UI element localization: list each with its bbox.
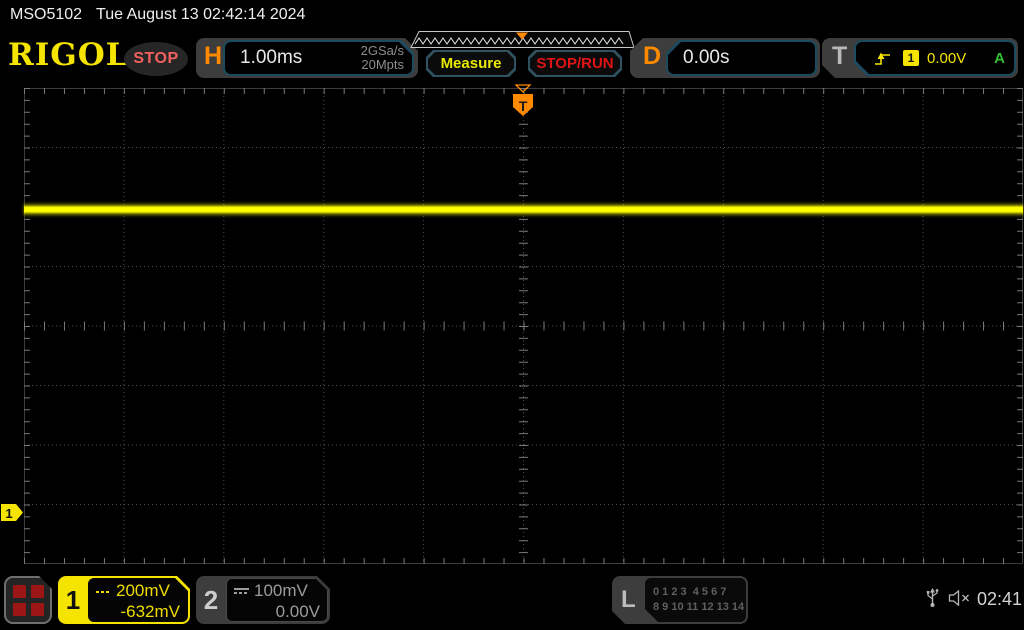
ch1-waveform-trace xyxy=(24,204,1023,215)
memory-depth: 20Mpts xyxy=(361,57,404,72)
ch2-badge[interactable]: 2 100mV 0.00V xyxy=(196,576,330,624)
run-state-badge: STOP xyxy=(124,42,188,76)
waveform-preview-strip[interactable] xyxy=(407,31,635,49)
horizontal-pod[interactable]: H 1.00ms 2GSa/s 20Mpts xyxy=(196,38,418,78)
ch2-number: 2 xyxy=(203,584,219,615)
trigger-label: T xyxy=(832,42,848,70)
ch1-offset: -632mV xyxy=(120,602,180,621)
trigger-level-value: 0.00V xyxy=(927,49,967,67)
ch1-dc-coupling-icon xyxy=(96,589,111,593)
header-bar: MSO5102 Tue August 13 02:42:14 2024 xyxy=(10,6,305,24)
trigger-pod[interactable]: T 1 0.00V A xyxy=(822,38,1018,78)
clock: 02:41 xyxy=(977,589,1023,609)
logic-channels-row2: 8 9 10 11 12 13 14 15 xyxy=(653,601,760,613)
timebase-box[interactable]: 1.00ms 2GSa/s 20Mpts xyxy=(223,40,414,76)
logic-channels-row1: 0 1 2 3 4 5 6 7 xyxy=(653,586,727,598)
delay-label: D xyxy=(643,42,662,70)
delay-pod[interactable]: D 0.00s xyxy=(630,38,820,78)
ch1-scale: 200mV xyxy=(116,581,170,600)
ch2-offset: 0.00V xyxy=(275,602,320,621)
usb-icon xyxy=(926,588,939,607)
delay-value: 0.00s xyxy=(683,47,730,68)
trigger-source-badge: 1 xyxy=(903,50,919,66)
speaker-muted-icon xyxy=(948,590,969,606)
ch1-offset-marker-label: 1 xyxy=(5,506,12,521)
trigger-marker[interactable]: T xyxy=(512,84,534,118)
trigger-sweep-mode: A xyxy=(994,49,1005,67)
graticule xyxy=(24,88,1023,564)
grid-menu-icon xyxy=(13,585,44,616)
ch2-dc-coupling-icon xyxy=(234,588,249,594)
trigger-box[interactable]: 1 0.00V A xyxy=(854,40,1016,76)
trigger-rising-edge-icon xyxy=(874,50,891,67)
delay-box[interactable]: 0.00s xyxy=(666,40,817,76)
ch1-badge[interactable]: 1 200mV -632mV xyxy=(58,576,190,624)
trigger-marker-letter: T xyxy=(519,98,528,114)
ch1-offset-marker[interactable]: 1 xyxy=(1,503,25,523)
ch1-number: 1 xyxy=(65,584,81,615)
model-label: MSO5102 xyxy=(10,6,83,23)
measure-button[interactable]: Measure xyxy=(426,50,516,77)
grid-tick-marks xyxy=(24,88,1023,564)
horizontal-label: H xyxy=(204,42,223,70)
rigol-logo: RIGOL xyxy=(8,37,129,73)
oscilloscope-screen: MSO5102 Tue August 13 02:42:14 2024 RIGO… xyxy=(0,0,1024,630)
ch2-scale: 100mV xyxy=(254,581,308,600)
timebase-value: 1.00ms xyxy=(240,47,303,68)
measure-button-label: Measure xyxy=(428,52,514,75)
datetime-label: Tue August 13 02:42:14 2024 xyxy=(96,6,306,23)
stop-run-button[interactable]: STOP/RUN xyxy=(528,50,622,77)
acquisition-info: 2GSa/s 20Mpts xyxy=(361,44,412,72)
grid-menu-button[interactable] xyxy=(4,576,52,624)
stop-run-button-label: STOP/RUN xyxy=(530,52,620,75)
sample-rate: 2GSa/s xyxy=(360,43,404,58)
logic-label: L xyxy=(621,586,636,613)
logic-analyzer-badge[interactable]: L 0 1 2 3 4 5 6 7 8 9 10 11 12 13 14 15 xyxy=(612,576,748,624)
